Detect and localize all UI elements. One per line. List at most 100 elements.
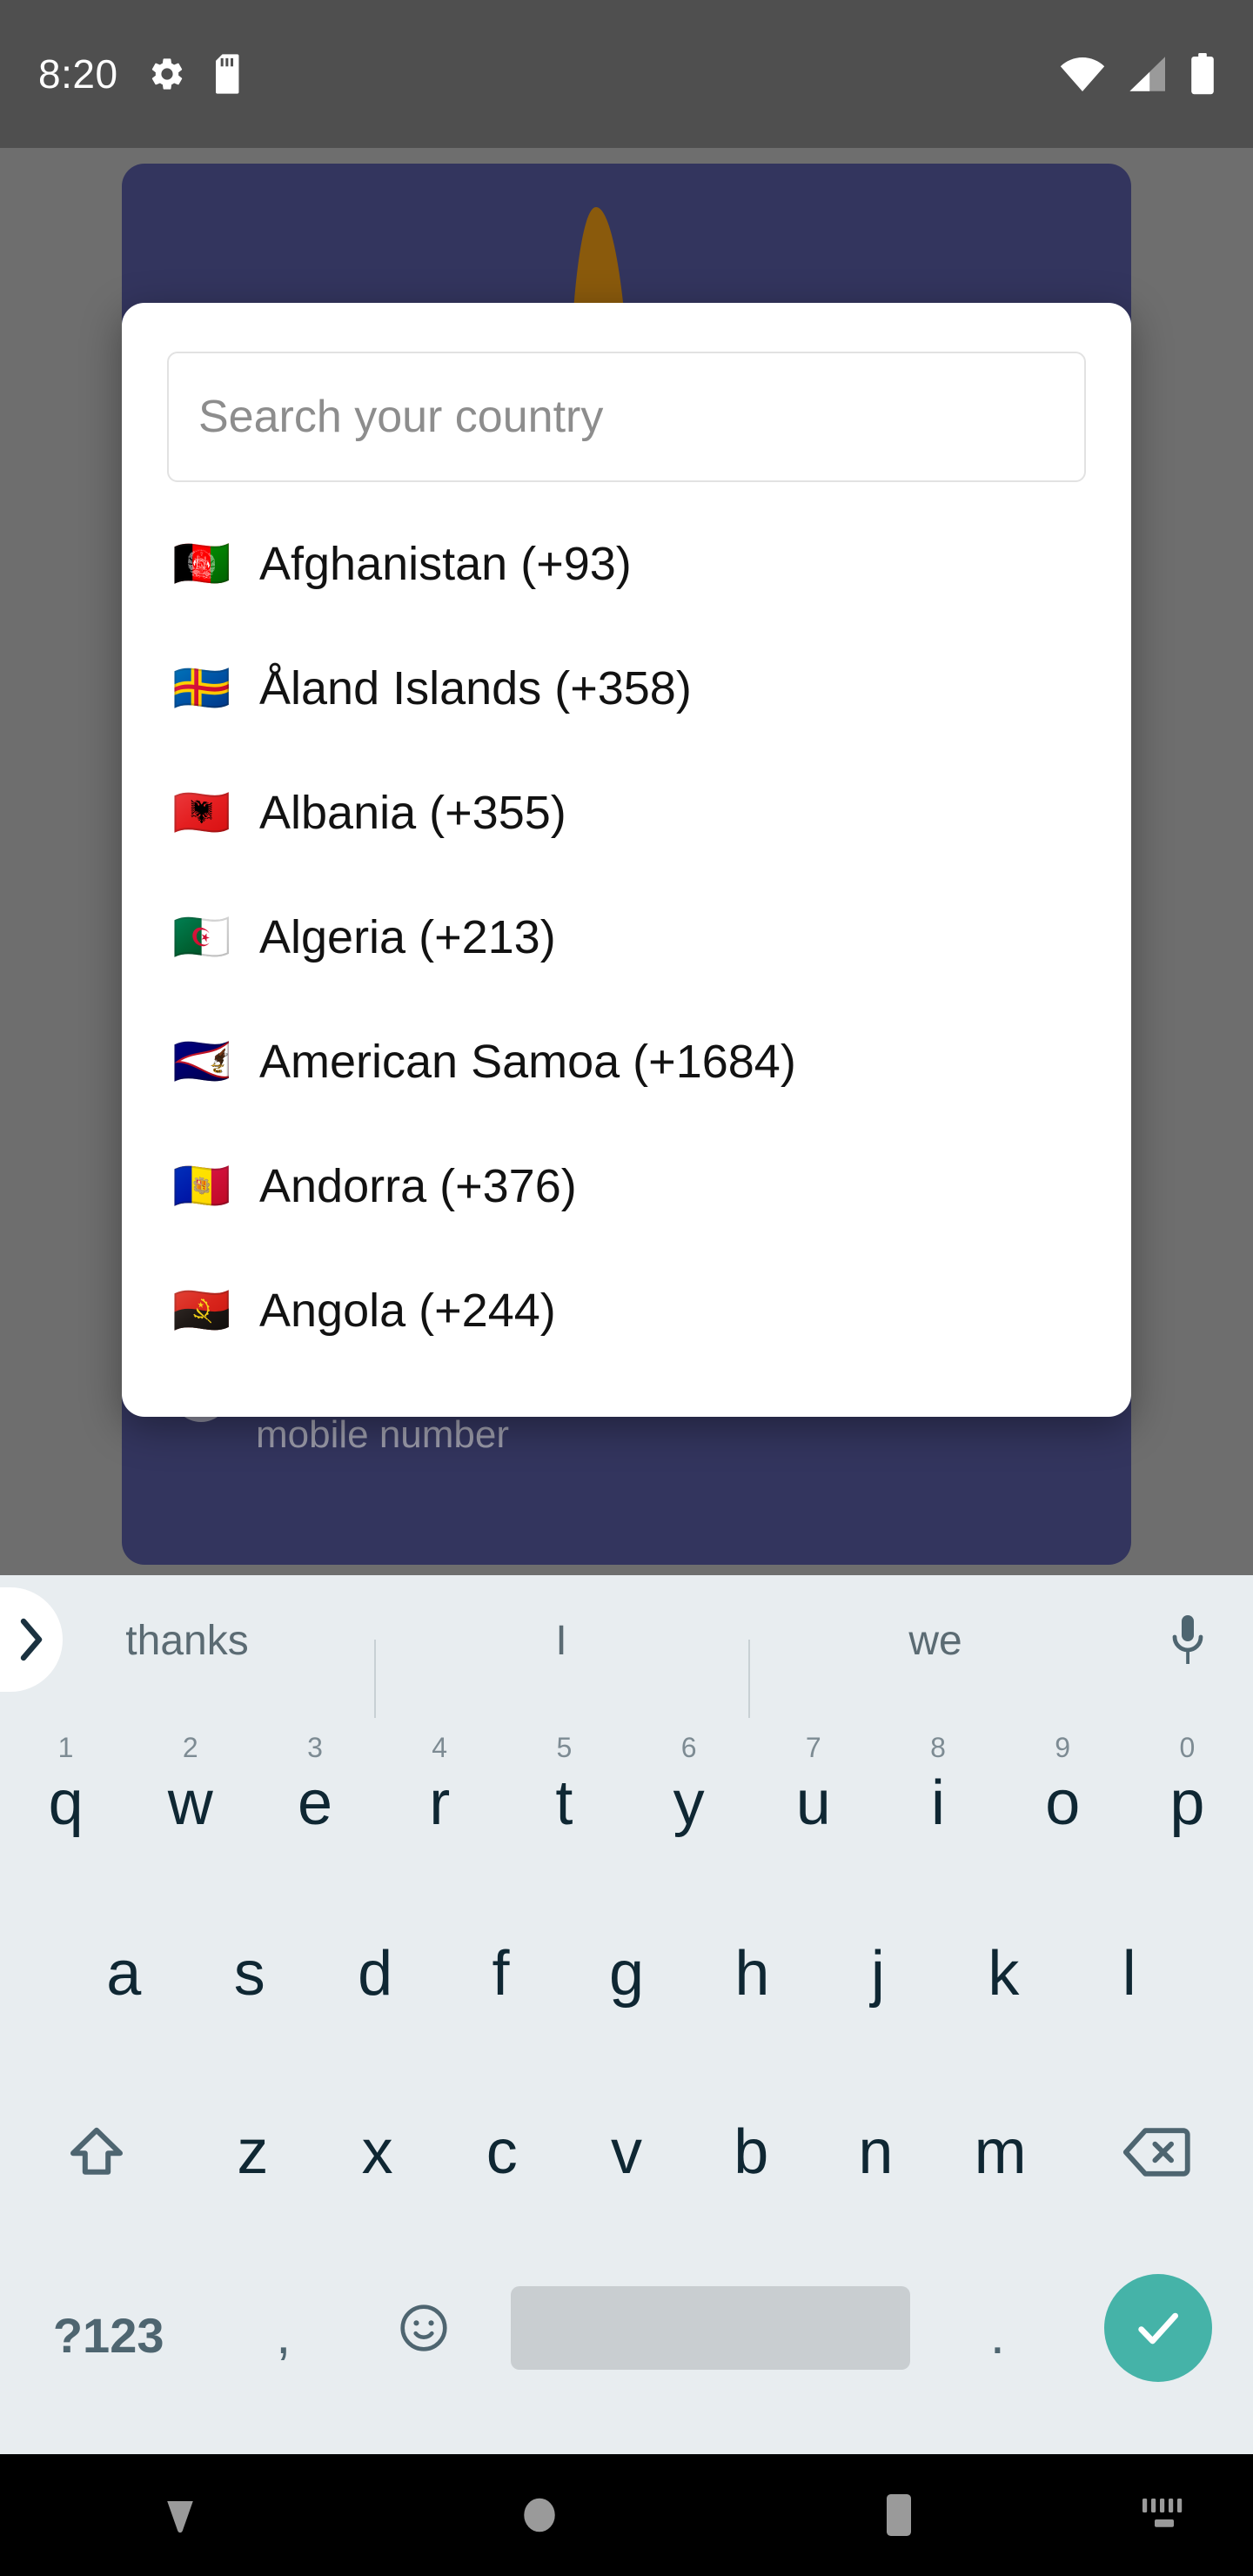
home-circle-icon[interactable] bbox=[359, 2492, 719, 2539]
keyboard-row-4: ?123 , . bbox=[3, 2241, 1250, 2415]
key-label: b bbox=[734, 2121, 768, 2184]
key-label: l bbox=[1122, 1942, 1136, 2005]
list-item[interactable]: 🇦🇩 Andorra (+376) bbox=[122, 1124, 1131, 1248]
key-m[interactable]: m bbox=[938, 2063, 1062, 2241]
list-item[interactable]: 🇦🇫 Afghanistan (+93) bbox=[122, 501, 1131, 626]
key-label: k bbox=[988, 1942, 1019, 2005]
key-label: p bbox=[1169, 1772, 1204, 1835]
suggestion-0[interactable]: thanks bbox=[0, 1617, 374, 1665]
country-label: Angola (+244) bbox=[259, 1284, 556, 1338]
key-a[interactable]: a bbox=[61, 1884, 186, 2063]
microphone-icon[interactable] bbox=[1122, 1613, 1253, 1667]
shift-icon[interactable] bbox=[3, 2063, 191, 2241]
key-q[interactable]: 1q bbox=[3, 1706, 128, 1884]
key-label: e bbox=[298, 1772, 332, 1835]
key-label: q bbox=[49, 1772, 84, 1835]
key-g[interactable]: g bbox=[564, 1884, 689, 2063]
navigation-bar bbox=[0, 2454, 1253, 2576]
suggestion-1[interactable]: I bbox=[374, 1617, 748, 1665]
key-j[interactable]: j bbox=[815, 1884, 941, 2063]
key-e[interactable]: 3e bbox=[252, 1706, 377, 1884]
list-item[interactable]: 🇦🇽 Åland Islands (+358) bbox=[122, 626, 1131, 750]
key-y[interactable]: 6y bbox=[626, 1706, 751, 1884]
list-item[interactable]: 🇦🇴 Angola (+244) bbox=[122, 1248, 1131, 1372]
key-label: u bbox=[796, 1772, 831, 1835]
sd-card-icon bbox=[216, 54, 245, 94]
key-s[interactable]: s bbox=[186, 1884, 312, 2063]
key-k[interactable]: k bbox=[941, 1884, 1066, 2063]
space-key[interactable] bbox=[493, 2241, 928, 2415]
list-item[interactable]: 🇦🇸 American Samoa (+1684) bbox=[122, 999, 1131, 1124]
key-label: . bbox=[990, 2309, 1005, 2363]
emoji-icon[interactable] bbox=[353, 2241, 493, 2415]
key-label: i bbox=[931, 1772, 945, 1835]
search-input[interactable] bbox=[198, 391, 1055, 443]
country-flag-icon: 🇦🇩 bbox=[172, 1163, 230, 1210]
key-c[interactable]: c bbox=[439, 2063, 564, 2241]
backspace-icon[interactable] bbox=[1062, 2063, 1250, 2241]
wifi-icon bbox=[1060, 56, 1105, 92]
status-bar-clock: 8:20 bbox=[38, 50, 118, 97]
symbols-key[interactable]: ?123 bbox=[3, 2241, 213, 2415]
key-p[interactable]: 0p bbox=[1125, 1706, 1250, 1884]
search-box[interactable] bbox=[167, 352, 1086, 482]
enter-key[interactable] bbox=[1068, 2241, 1250, 2415]
country-list[interactable]: 🇦🇫 Afghanistan (+93) 🇦🇽 Åland Islands (+… bbox=[122, 491, 1131, 1417]
key-v[interactable]: v bbox=[564, 2063, 688, 2241]
key-u[interactable]: 7u bbox=[751, 1706, 875, 1884]
keyboard-dismiss-icon[interactable] bbox=[0, 2491, 359, 2539]
country-label: Andorra (+376) bbox=[259, 1159, 577, 1213]
key-label: y bbox=[673, 1772, 705, 1835]
list-item[interactable]: 🇦🇱 Albania (+355) bbox=[122, 750, 1131, 875]
check-icon bbox=[1104, 2274, 1212, 2382]
country-label: Åland Islands (+358) bbox=[259, 661, 692, 715]
country-label: Albania (+355) bbox=[259, 786, 566, 840]
key-label: a bbox=[106, 1942, 141, 2005]
recents-square-icon[interactable] bbox=[720, 2491, 1079, 2539]
key-b[interactable]: b bbox=[689, 2063, 814, 2241]
key-hint: 5 bbox=[556, 1732, 572, 1764]
country-picker-dialog: 🇦🇫 Afghanistan (+93) 🇦🇽 Åland Islands (+… bbox=[122, 303, 1131, 1417]
key-f[interactable]: f bbox=[438, 1884, 563, 2063]
key-t[interactable]: 5t bbox=[502, 1706, 626, 1884]
key-label: g bbox=[609, 1942, 644, 2005]
key-label: w bbox=[168, 1772, 213, 1835]
key-hint: 7 bbox=[806, 1732, 821, 1764]
key-label: c bbox=[486, 2121, 518, 2184]
country-flag-icon: 🇦🇽 bbox=[172, 665, 230, 712]
key-h[interactable]: h bbox=[689, 1884, 814, 2063]
country-label: Algeria (+213) bbox=[259, 910, 556, 964]
key-l[interactable]: l bbox=[1067, 1884, 1192, 2063]
key-label: d bbox=[358, 1942, 392, 2005]
keyboard-rows: 1q 2w 3e 4r 5t 6y 7u 8i 9o 0p a s d f g … bbox=[0, 1706, 1253, 2415]
key-label: v bbox=[611, 2121, 642, 2184]
key-label: , bbox=[276, 2309, 291, 2363]
key-label: j bbox=[871, 1942, 885, 2005]
gear-icon bbox=[148, 55, 186, 93]
country-flag-icon: 🇦🇸 bbox=[172, 1038, 230, 1085]
key-d[interactable]: d bbox=[312, 1884, 438, 2063]
key-w[interactable]: 2w bbox=[128, 1706, 252, 1884]
key-hint: 9 bbox=[1055, 1732, 1070, 1764]
status-bar: 8:20 bbox=[0, 0, 1253, 148]
keyboard-row-2: a s d f g h j k l bbox=[3, 1884, 1250, 2063]
suggestion-2[interactable]: we bbox=[748, 1617, 1122, 1665]
list-item[interactable]: 🇩🇿 Algeria (+213) bbox=[122, 875, 1131, 999]
comma-key[interactable]: , bbox=[213, 2241, 353, 2415]
key-o[interactable]: 9o bbox=[1001, 1706, 1125, 1884]
key-hint: 6 bbox=[681, 1732, 697, 1764]
key-label: o bbox=[1045, 1772, 1080, 1835]
key-r[interactable]: 4r bbox=[378, 1706, 502, 1884]
keyboard-switch-icon[interactable] bbox=[1079, 2493, 1253, 2537]
key-label: n bbox=[858, 2121, 893, 2184]
key-z[interactable]: z bbox=[191, 2063, 315, 2241]
key-i[interactable]: 8i bbox=[875, 1706, 1000, 1884]
key-x[interactable]: x bbox=[315, 2063, 439, 2241]
key-hint: 0 bbox=[1180, 1732, 1196, 1764]
key-label: z bbox=[237, 2121, 268, 2184]
country-flag-icon: 🇩🇿 bbox=[172, 914, 230, 961]
key-hint: 2 bbox=[183, 1732, 198, 1764]
battery-icon bbox=[1190, 53, 1215, 95]
period-key[interactable]: . bbox=[928, 2241, 1068, 2415]
key-n[interactable]: n bbox=[814, 2063, 938, 2241]
